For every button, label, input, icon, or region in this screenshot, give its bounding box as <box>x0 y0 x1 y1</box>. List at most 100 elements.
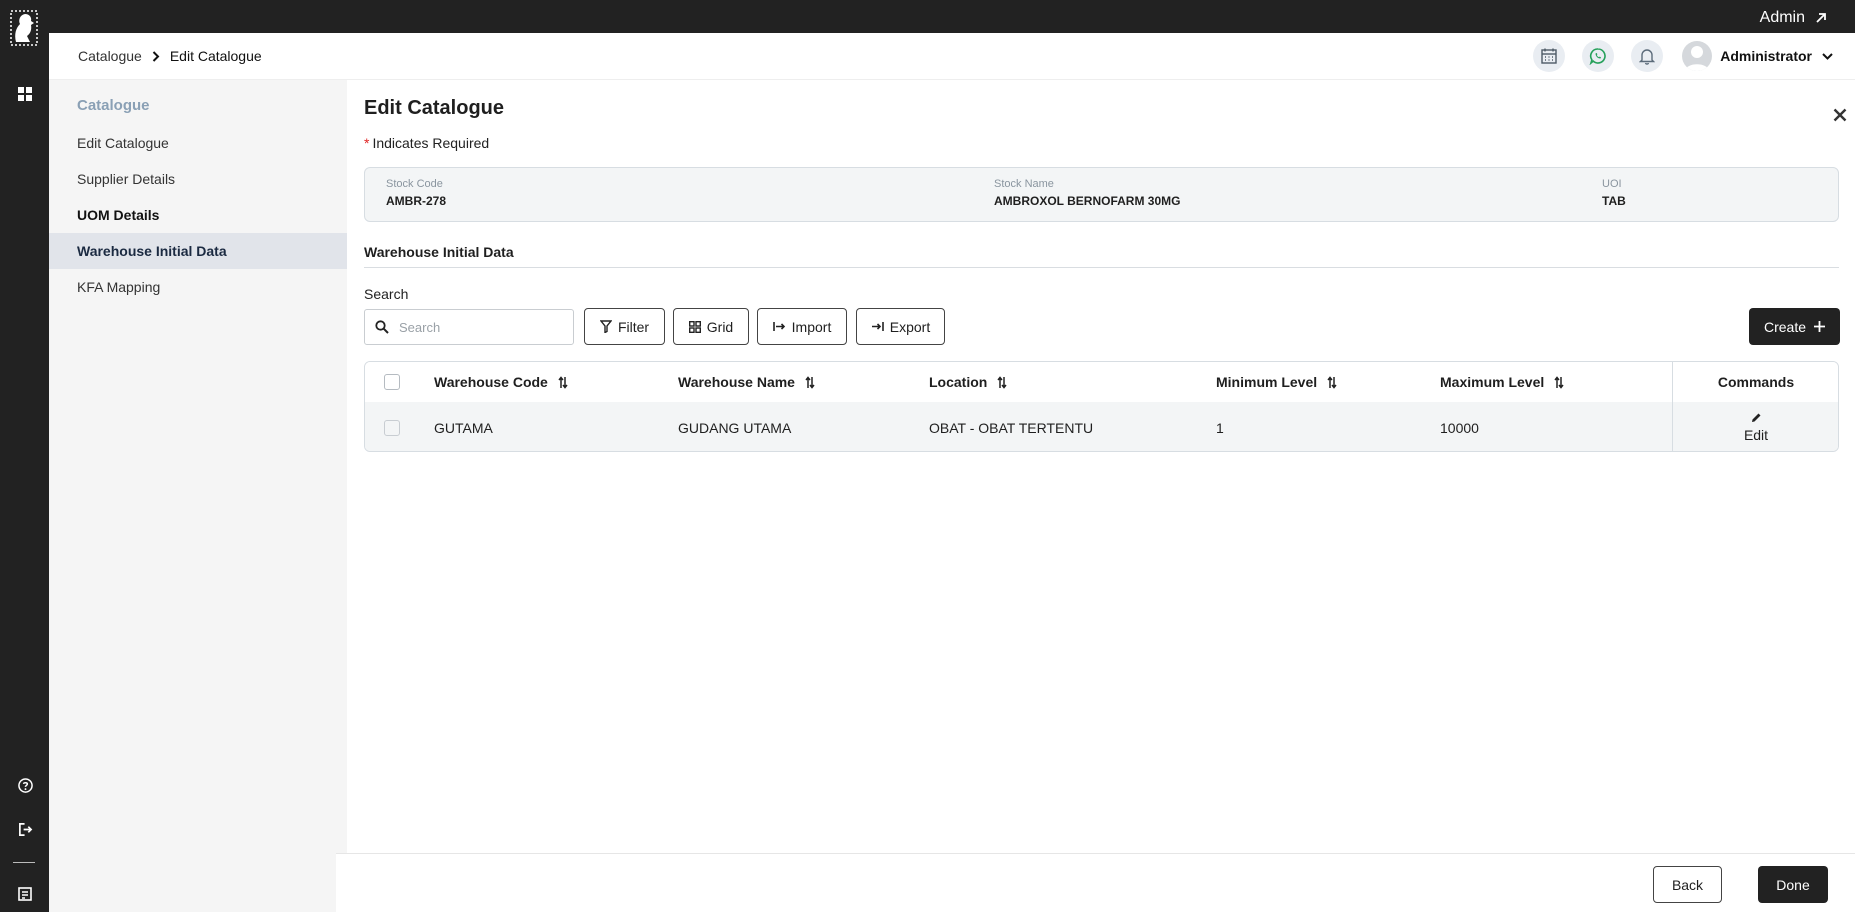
user-name[interactable]: Administrator <box>1720 48 1812 64</box>
stock-name-value: AMBROXOL BERNOFARM 30MG <box>994 194 1181 208</box>
uoi-field: UOI TAB <box>1602 178 1626 208</box>
sort-icon <box>805 375 815 389</box>
table-header: Warehouse Code Warehouse Name Location M… <box>365 362 1838 402</box>
logo-icon <box>10 10 38 46</box>
column-location[interactable]: Location <box>929 362 1007 402</box>
bell-icon <box>1639 49 1656 65</box>
column-commands: Commands <box>1673 362 1838 402</box>
notifications-button[interactable] <box>1631 40 1664 72</box>
admin-link[interactable]: Admin <box>1760 9 1827 27</box>
nav-item-label: UOM Details <box>77 207 160 223</box>
rail-divider <box>13 862 35 863</box>
stock-code-field: Stock Code AMBR-278 <box>386 178 446 208</box>
back-button[interactable]: Back <box>1653 866 1722 903</box>
sort-icon <box>1554 375 1564 389</box>
import-button[interactable]: Import <box>757 308 847 345</box>
import-icon <box>772 322 785 331</box>
footer: Back Done <box>336 853 1855 912</box>
nav-item-edit-catalogue[interactable]: Edit Catalogue <box>49 125 347 161</box>
cell-maximum-level: 10000 <box>1440 419 1479 436</box>
calendar-button[interactable] <box>1533 40 1566 72</box>
stock-code-label: Stock Code <box>386 178 443 190</box>
admin-link-label: Admin <box>1759 9 1805 26</box>
filter-icon <box>599 320 612 333</box>
grid-icon <box>688 320 701 333</box>
search-box <box>364 309 574 345</box>
search-input[interactable] <box>399 319 559 335</box>
stock-name-label: Stock Name <box>994 178 1054 190</box>
filter-button[interactable]: Filter <box>584 308 665 345</box>
search-icon <box>375 320 389 334</box>
sort-icon <box>558 375 568 389</box>
cell-warehouse-name: GUDANG UTAMA <box>678 419 792 436</box>
chevron-right-icon <box>152 50 160 62</box>
create-button[interactable]: Create <box>1749 308 1840 345</box>
avatar[interactable] <box>1682 41 1713 71</box>
create-label: Create <box>1763 318 1807 335</box>
header: Catalogue Edit Catalogue Administrator <box>49 33 1855 80</box>
grid-label: Grid <box>706 318 734 335</box>
nav-item-label: Edit Catalogue <box>77 135 169 151</box>
section-nav: Catalogue Edit Catalogue Supplier Detail… <box>49 80 347 912</box>
left-rail <box>0 0 49 912</box>
calendar-icon <box>1541 48 1557 64</box>
whatsapp-icon <box>1589 48 1606 65</box>
pencil-icon <box>1751 413 1760 422</box>
export-button[interactable]: Export <box>856 308 945 345</box>
filter-label: Filter <box>617 318 650 335</box>
sort-icon <box>997 375 1007 389</box>
breadcrumb-current: Edit Catalogue <box>169 48 262 64</box>
column-label: Commands <box>1717 374 1795 390</box>
external-arrow-icon <box>1816 13 1826 23</box>
section-nav-title: Catalogue <box>77 97 150 114</box>
cell-minimum-level: 1 <box>1216 419 1224 436</box>
column-label: Maximum Level <box>1440 374 1545 390</box>
column-maximum-level[interactable]: Maximum Level <box>1440 362 1564 402</box>
stock-info-panel: Stock Code AMBR-278 Stock Name AMBROXOL … <box>364 167 1839 222</box>
nav-item-label: Warehouse Initial Data <box>77 243 227 259</box>
nav-item-warehouse-initial-data[interactable]: Warehouse Initial Data <box>49 233 347 269</box>
export-icon <box>871 322 884 331</box>
required-note-text: Indicates Required <box>372 135 490 151</box>
top-bar: Admin <box>0 0 1855 33</box>
grid-button[interactable]: Grid <box>673 308 749 345</box>
select-all-checkbox[interactable] <box>384 362 400 402</box>
logout-icon[interactable] <box>15 819 35 839</box>
column-warehouse-name[interactable]: Warehouse Name <box>678 362 815 402</box>
nav-item-uom-details[interactable]: UOM Details <box>49 197 347 233</box>
required-star: * <box>364 135 370 151</box>
column-label: Minimum Level <box>1216 374 1318 390</box>
chevron-down-icon[interactable] <box>1822 52 1833 60</box>
row-checkbox[interactable] <box>384 402 400 451</box>
whatsapp-button[interactable] <box>1582 40 1615 72</box>
close-icon <box>1833 108 1847 122</box>
plus-icon <box>1814 321 1826 332</box>
done-button[interactable]: Done <box>1758 866 1828 903</box>
dashboard-icon[interactable] <box>15 84 35 104</box>
help-icon[interactable] <box>15 775 35 795</box>
commands-divider <box>1672 362 1673 451</box>
stock-code-value: AMBR-278 <box>386 194 447 208</box>
nav-item-label: KFA Mapping <box>77 279 161 295</box>
cell-warehouse-code: GUTAMA <box>434 419 493 436</box>
main-content: Edit Catalogue * Indicates Required Stock… <box>347 80 1855 912</box>
nav-item-kfa-mapping[interactable]: KFA Mapping <box>49 269 347 305</box>
document-icon[interactable] <box>15 884 35 904</box>
import-label: Import <box>791 318 832 335</box>
edit-row-button[interactable]: Edit <box>1673 402 1838 451</box>
close-button[interactable] <box>1825 100 1855 130</box>
column-minimum-level[interactable]: Minimum Level <box>1216 362 1337 402</box>
export-label: Export <box>889 318 931 335</box>
breadcrumb-root[interactable]: Catalogue <box>78 48 142 64</box>
column-label: Warehouse Name <box>678 374 795 390</box>
nav-item-supplier-details[interactable]: Supplier Details <box>49 161 347 197</box>
column-label: Location <box>929 374 988 390</box>
uoi-label: UOI <box>1602 178 1622 190</box>
column-warehouse-code[interactable]: Warehouse Code <box>434 362 568 402</box>
section-divider <box>364 267 1839 268</box>
user-icon <box>1685 46 1710 71</box>
sort-icon <box>1327 375 1337 389</box>
warehouse-table: Warehouse Code Warehouse Name Location M… <box>364 361 1839 452</box>
table-row[interactable]: GUTAMA GUDANG UTAMA OBAT - OBAT TERTENTU… <box>365 402 1838 451</box>
page-title: Edit Catalogue <box>364 97 505 119</box>
